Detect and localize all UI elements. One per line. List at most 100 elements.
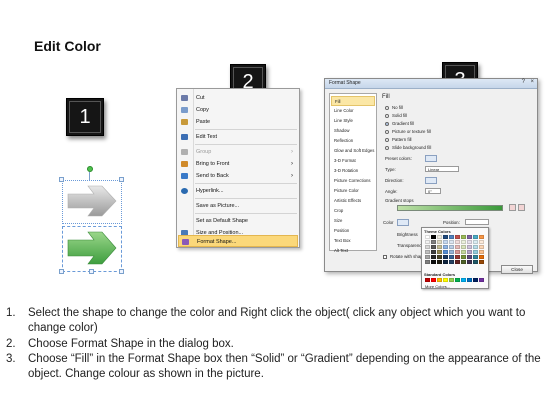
color-swatch[interactable] [443,235,448,239]
color-swatch[interactable] [431,278,436,282]
more-colors-link[interactable]: More Colors... [425,284,450,289]
add-stop-icon[interactable] [509,204,516,211]
color-swatch[interactable] [461,278,466,282]
remove-stop-icon[interactable] [518,204,525,211]
help-icon[interactable]: ? [522,79,525,85]
color-swatch[interactable] [431,245,436,249]
color-swatch[interactable] [455,235,460,239]
color-swatch[interactable] [431,235,436,239]
color-swatch[interactable] [431,240,436,244]
color-swatch[interactable] [443,245,448,249]
dialog-titlebar[interactable]: Format Shape ? × [325,79,537,89]
color-swatch[interactable] [443,260,448,264]
color-swatch[interactable] [455,250,460,254]
color-swatch[interactable] [455,260,460,264]
position-input[interactable] [465,219,489,225]
color-swatch[interactable] [479,240,484,244]
rotate-with-shape-checkbox[interactable]: Rotate with shape [383,253,425,260]
color-swatch[interactable] [431,255,436,259]
category-alt-text[interactable]: Alt Text [331,246,375,256]
color-swatch[interactable] [437,250,442,254]
option-picture-fill[interactable]: Picture or texture fill [385,128,431,135]
color-swatch[interactable] [479,235,484,239]
color-swatch[interactable] [473,260,478,264]
color-swatch[interactable] [449,250,454,254]
category-fill[interactable]: Fill [331,96,375,106]
color-swatch[interactable] [467,250,472,254]
color-swatch[interactable] [473,255,478,259]
color-swatch[interactable] [479,250,484,254]
gradient-stops-bar[interactable] [397,205,503,211]
menu-item-cut[interactable]: Cut [178,92,298,104]
color-swatch[interactable] [431,250,436,254]
color-swatch[interactable] [425,240,430,244]
color-swatch[interactable] [473,245,478,249]
color-swatch[interactable] [461,250,466,254]
color-swatch[interactable] [473,250,478,254]
color-swatch[interactable] [449,240,454,244]
option-gradient-fill[interactable]: Gradient fill [385,120,414,127]
color-swatch[interactable] [449,278,454,282]
color-swatch[interactable] [437,278,442,282]
option-no-fill[interactable]: No fill [385,104,403,111]
option-slide-background-fill[interactable]: Slide background fill [385,144,431,151]
color-swatch[interactable] [437,235,442,239]
color-swatch[interactable] [449,245,454,249]
color-swatch[interactable] [437,260,442,264]
menu-item-format-shape[interactable]: Format Shape... [178,235,298,247]
color-swatch[interactable] [455,278,460,282]
category-size[interactable]: Size [331,216,375,226]
angle-input[interactable]: 0° [425,188,441,194]
color-swatch[interactable] [455,255,460,259]
color-swatch[interactable] [461,235,466,239]
color-swatch[interactable] [425,235,430,239]
color-swatch[interactable] [467,235,472,239]
color-swatch[interactable] [431,260,436,264]
color-swatch[interactable] [467,260,472,264]
color-swatch[interactable] [479,260,484,264]
color-swatch[interactable] [461,240,466,244]
color-swatch[interactable] [443,240,448,244]
menu-item-paste[interactable]: Paste [178,116,298,128]
menu-item-edit-text[interactable]: Edit Text [178,131,298,143]
menu-item-group[interactable]: Group › [178,146,298,158]
preset-colors-button[interactable] [425,155,437,162]
color-swatch[interactable] [443,255,448,259]
color-picker-button[interactable] [397,219,409,226]
color-swatch[interactable] [467,255,472,259]
color-swatch[interactable] [473,240,478,244]
menu-item-copy[interactable]: Copy [178,104,298,116]
green-arrow-shape[interactable] [67,231,117,265]
gray-arrow-shape[interactable] [67,185,117,217]
color-swatch[interactable] [467,245,472,249]
direction-button[interactable] [425,177,437,184]
color-swatch[interactable] [461,255,466,259]
menu-item-bring-to-front[interactable]: Bring to Front › [178,158,298,170]
color-swatch[interactable] [425,250,430,254]
color-swatch[interactable] [479,278,484,282]
menu-item-save-as-picture[interactable]: Save as Picture... [178,200,298,212]
category-line-style[interactable]: Line Style [331,116,375,126]
close-icon[interactable]: × [530,79,534,85]
category-text-box[interactable]: Text Box [331,236,375,246]
color-swatch[interactable] [449,255,454,259]
color-swatch[interactable] [461,260,466,264]
color-swatch[interactable] [467,240,472,244]
category-crop[interactable]: Crop [331,206,375,216]
color-swatch[interactable] [443,250,448,254]
color-swatch[interactable] [425,255,430,259]
color-swatch[interactable] [437,240,442,244]
color-swatch[interactable] [455,240,460,244]
category-picture-color[interactable]: Picture Color [331,186,375,196]
category-3d-rotation[interactable]: 3-D Rotation [331,166,375,176]
color-swatch[interactable] [449,260,454,264]
color-swatch[interactable] [443,278,448,282]
category-position[interactable]: Position [331,226,375,236]
color-swatch[interactable] [467,278,472,282]
color-swatch[interactable] [437,255,442,259]
category-glow[interactable]: Glow and Soft Edges [331,146,375,156]
category-picture-corrections[interactable]: Picture Corrections [331,176,375,186]
option-solid-fill[interactable]: Solid fill [385,112,407,119]
category-artistic-effects[interactable]: Artistic Effects [331,196,375,206]
menu-item-hyperlink[interactable]: Hyperlink... [178,185,298,197]
